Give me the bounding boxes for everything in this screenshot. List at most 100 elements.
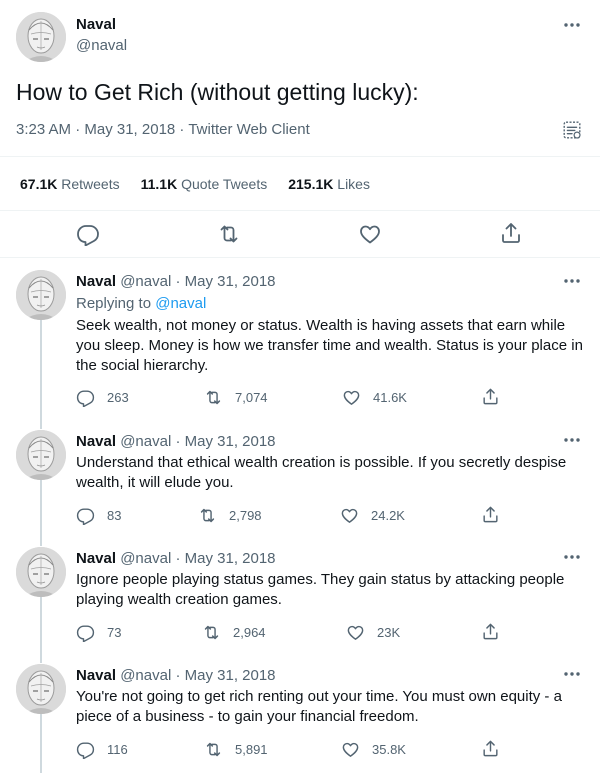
retweet-icon	[198, 506, 217, 525]
tweet-text: You're not going to get rich renting out…	[76, 688, 562, 725]
tweet-header: Naval @naval · May 31, 2018	[76, 549, 276, 569]
tweet-text: Seek wealth, not money or status. Wealth…	[76, 317, 583, 374]
like-count: 23K	[377, 625, 401, 640]
thread-line	[40, 596, 42, 653]
like-count: 35.8K	[372, 742, 406, 757]
more-options-icon[interactable]	[561, 431, 583, 449]
more-options-icon[interactable]	[561, 548, 583, 566]
retweet-count: 2,798	[229, 508, 262, 523]
share-icon	[481, 622, 500, 641]
author-avatar[interactable]	[16, 270, 66, 320]
like-action[interactable]: 41.6K	[342, 388, 407, 407]
thread-line	[40, 418, 42, 429]
heart-icon	[342, 388, 361, 407]
author-name[interactable]: Naval	[76, 433, 116, 450]
like-action[interactable]: 24.2K	[340, 506, 405, 525]
retweet-count: 7,074	[235, 390, 268, 405]
author-handle[interactable]: @naval	[76, 37, 127, 54]
share-action[interactable]	[481, 622, 512, 641]
thread-line	[40, 713, 42, 773]
retweet-icon	[204, 388, 223, 407]
more-options-icon[interactable]	[561, 16, 583, 34]
author-handle[interactable]: @naval	[120, 433, 171, 450]
like-count: 24.2K	[371, 508, 405, 523]
heart-icon[interactable]	[358, 222, 382, 251]
tweet-header: Naval @naval · May 31, 2018	[76, 666, 276, 686]
thread-line	[40, 653, 42, 663]
author-avatar[interactable]	[16, 430, 66, 480]
reply-tweet[interactable]: Naval @naval · May 31, 2018 Understand t…	[0, 418, 600, 536]
author-handle[interactable]: @naval	[120, 273, 171, 290]
like-count: 41.6K	[373, 390, 407, 405]
retweets-label: Retweets	[61, 176, 120, 192]
retweet-count: 2,964	[233, 625, 266, 640]
author-handle[interactable]: @naval	[120, 667, 171, 684]
retweets-stat[interactable]: 67.1K Retweets	[20, 176, 120, 192]
share-icon	[481, 387, 500, 406]
author-name[interactable]: Naval	[76, 16, 116, 33]
tweet-date[interactable]: · May 31, 2018	[175, 273, 275, 290]
retweet-icon[interactable]	[217, 222, 241, 251]
likes-stat[interactable]: 215.1K Likes	[288, 176, 370, 192]
retweet-icon	[202, 623, 221, 642]
tweet-header: Naval @naval · May 31, 2018	[76, 432, 276, 452]
thread-line	[40, 318, 42, 418]
reply-action[interactable]: 116	[76, 740, 128, 759]
reply-count: 73	[107, 625, 122, 640]
quotes-stat[interactable]: 11.1K Quote Tweets	[141, 176, 268, 192]
likes-count: 215.1K	[288, 176, 334, 192]
tweet-date[interactable]: · May 31, 2018	[175, 550, 275, 567]
like-action[interactable]: 23K	[346, 623, 400, 642]
retweet-action[interactable]: 2,798	[198, 506, 262, 525]
author-name[interactable]: Naval	[76, 273, 116, 290]
reply-action[interactable]: 73	[76, 623, 121, 642]
more-options-icon[interactable]	[561, 272, 583, 290]
heart-icon	[341, 740, 360, 759]
reply-tweet[interactable]: Naval @naval · May 31, 2018 You're not g…	[0, 653, 600, 773]
reply-icon	[76, 506, 95, 525]
reply-icon	[76, 623, 95, 642]
reply-tweet[interactable]: Naval @naval · May 31, 2018 Replying to …	[0, 258, 600, 418]
more-options-icon[interactable]	[561, 665, 583, 683]
tweet-text: Understand that ethical wealth creation …	[76, 454, 567, 491]
quotes-label: Quote Tweets	[181, 176, 268, 192]
analytics-icon[interactable]	[561, 119, 583, 146]
retweet-action[interactable]: 2,964	[202, 623, 266, 642]
author-name[interactable]: Naval	[76, 550, 116, 567]
reply-icon	[76, 388, 95, 407]
divider	[0, 210, 600, 211]
tweet-text: How to Get Rich (without getting lucky):	[16, 79, 419, 105]
tweet-date[interactable]: · May 31, 2018	[175, 667, 275, 684]
retweet-count: 5,891	[235, 742, 268, 757]
share-icon	[481, 505, 500, 524]
author-avatar[interactable]	[16, 547, 66, 597]
reply-icon[interactable]	[76, 222, 100, 251]
tweet-date[interactable]: · May 31, 2018	[175, 433, 275, 450]
share-icon	[481, 739, 500, 758]
reply-action[interactable]: 263	[76, 388, 129, 407]
retweet-action[interactable]: 7,074	[204, 388, 268, 407]
share-action[interactable]	[481, 505, 512, 524]
heart-icon	[346, 623, 365, 642]
reply-action[interactable]: 83	[76, 506, 121, 525]
tweet-timestamp[interactable]: 3:23 AM · May 31, 2018 · Twitter Web Cli…	[16, 121, 310, 138]
author-handle[interactable]: @naval	[120, 550, 171, 567]
share-action[interactable]	[481, 739, 512, 758]
main-tweet: Naval @naval How to Get Rich (without ge…	[0, 0, 600, 258]
author-avatar[interactable]	[16, 12, 66, 62]
share-icon[interactable]	[499, 221, 523, 250]
retweets-count: 67.1K	[20, 176, 58, 192]
author-avatar[interactable]	[16, 664, 66, 714]
tweet-text: Ignore people playing status games. They…	[76, 571, 565, 608]
tweet-header: Naval @naval · May 31, 2018	[76, 272, 276, 292]
author-name[interactable]: Naval	[76, 667, 116, 684]
reply-icon	[76, 740, 95, 759]
retweet-action[interactable]: 5,891	[204, 740, 268, 759]
quotes-count: 11.1K	[140, 176, 178, 192]
reply-tweet[interactable]: Naval @naval · May 31, 2018 Ignore peopl…	[0, 536, 600, 653]
stats-row: 67.1K Retweets 11.1K Quote Tweets 215.1K…	[20, 176, 370, 192]
share-action[interactable]	[481, 387, 512, 406]
replying-to-handle[interactable]: @naval	[155, 295, 206, 312]
like-action[interactable]: 35.8K	[341, 740, 406, 759]
thread-line	[40, 536, 42, 546]
